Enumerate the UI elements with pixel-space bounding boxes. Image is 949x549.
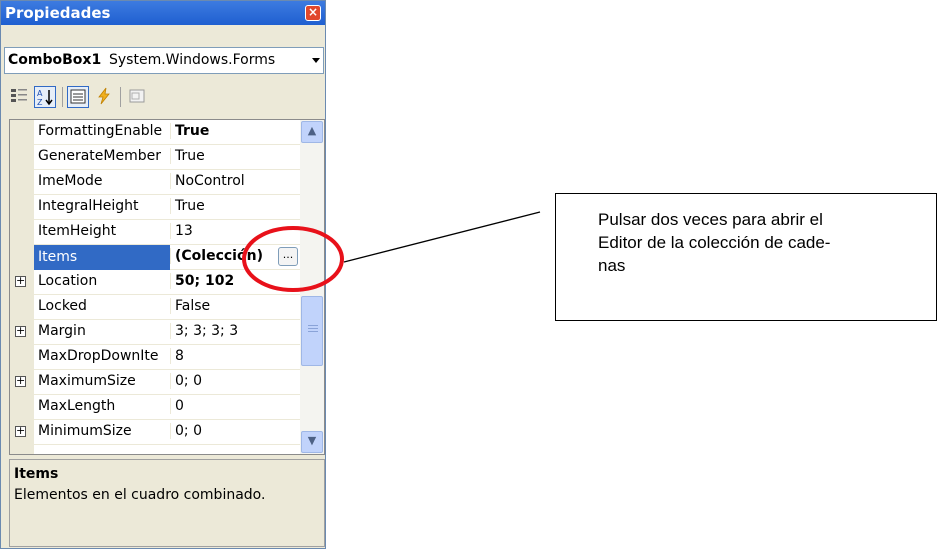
callout-connector — [343, 211, 541, 263]
callout-text: Pulsar dos veces para abrir el Editor de… — [598, 208, 918, 277]
callout-line: nas — [598, 256, 626, 275]
callout-line: Pulsar dos veces para abrir el — [598, 210, 823, 229]
callout-box: Pulsar dos veces para abrir el Editor de… — [555, 193, 937, 321]
highlight-circle — [242, 226, 344, 292]
callout-line: Editor de la colección de cade- — [598, 233, 831, 252]
